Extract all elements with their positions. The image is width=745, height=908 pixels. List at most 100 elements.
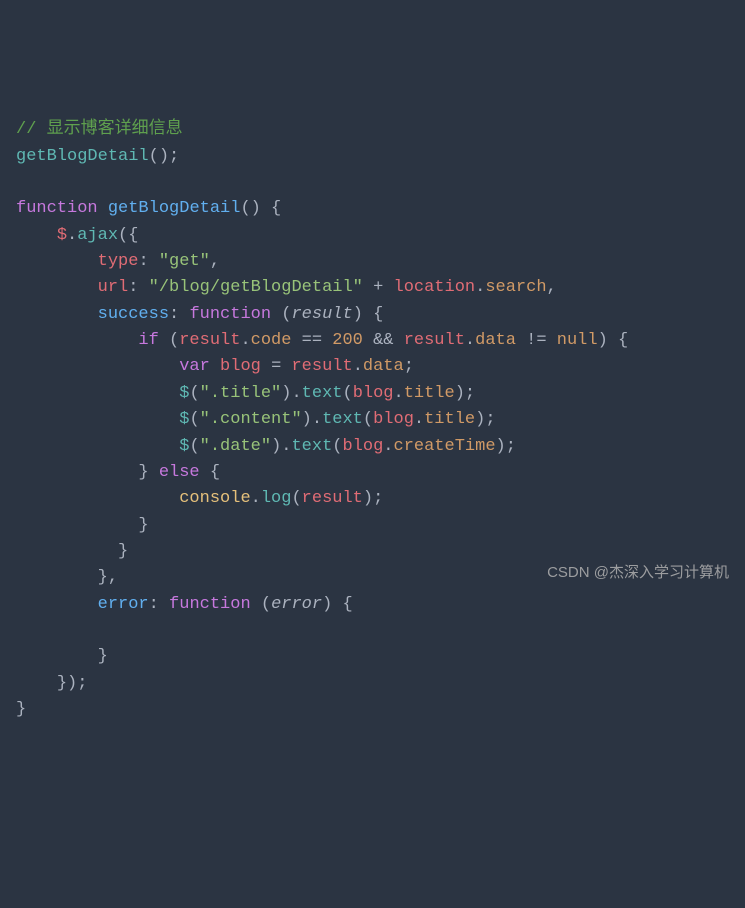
code-token: data [475,331,516,350]
watermark-text: CSDN @杰深入学习计算机 [547,561,729,584]
code-token: . [465,331,475,350]
code-token: : [128,278,148,297]
code-token: { [200,463,220,482]
code-token: , [210,252,220,271]
code-token: , [547,278,557,297]
code-token: . [251,489,261,508]
code-token: : [169,305,189,324]
code-token: ( [363,410,373,429]
code-token: ".content" [200,410,302,429]
code-token: blog [342,437,383,456]
code-token: title [404,384,455,403]
code-token: . [353,357,363,376]
code-token: ( [251,595,271,614]
code-token: ) { [353,305,384,324]
code-token: blog [353,384,394,403]
code-token: ; [404,357,414,376]
code-token: console [179,489,250,508]
code-token: url [98,278,129,297]
code-token: ) { [598,331,629,350]
code-token: $ [57,226,67,245]
code-token: getBlogDetail [16,147,149,166]
code-token: text [302,384,343,403]
code-token: } [138,516,148,535]
code-block: // 显示博客详细信息 getBlogDetail(); function ge… [16,117,729,723]
code-token: ). [302,410,322,429]
code-token: . [67,226,77,245]
code-token: ( [189,410,199,429]
code-token: ); [496,437,516,456]
code-keyword: if [138,331,158,350]
code-token: ); [363,489,383,508]
code-token: ( [189,437,199,456]
code-funcname: getBlogDetail [108,199,241,218]
code-keyword: var [179,357,210,376]
code-token: null [557,331,598,350]
code-keyword: function [189,305,271,324]
code-token: } [98,647,108,666]
code-token: title [424,410,475,429]
code-token: success [98,305,169,324]
code-token: } [138,463,158,482]
code-token: result [302,489,363,508]
code-token: 200 [332,331,363,350]
code-token: blog [373,410,414,429]
code-token: result [291,357,352,376]
code-token: . [240,331,250,350]
code-token: text [322,410,363,429]
code-token: text [291,437,332,456]
code-keyword: else [159,463,200,482]
code-keyword: function [169,595,251,614]
code-token: $ [179,410,189,429]
code-token: . [475,278,485,297]
code-token: ) { [322,595,353,614]
code-token: result [179,331,240,350]
code-token: location [394,278,476,297]
code-token: ( [342,384,352,403]
code-comment: // 显示博客详细信息 [16,120,183,139]
code-token: ). [281,384,301,403]
code-token: ( [159,331,179,350]
code-token: != [516,331,557,350]
code-param: error [271,595,322,614]
code-token: log [261,489,292,508]
code-token: type [98,252,139,271]
code-token: ( [291,489,301,508]
code-token: "get" [159,252,210,271]
code-token: ajax [77,226,118,245]
code-token: error [98,595,149,614]
code-token: : [138,252,158,271]
code-token: $ [179,384,189,403]
code-token: ( [271,305,291,324]
code-token: ".title" [200,384,282,403]
code-token: == [291,331,332,350]
code-token: ".date" [200,437,271,456]
code-token: result [404,331,465,350]
code-token: ). [271,437,291,456]
code-token: "/blog/getBlogDetail" [149,278,363,297]
code-token: }, [98,568,118,587]
code-token: : [149,595,169,614]
code-token: () { [240,199,281,218]
code-keyword: function [16,199,98,218]
code-token: . [414,410,424,429]
code-token: ({ [118,226,138,245]
code-token: } [118,542,128,561]
code-token: createTime [394,437,496,456]
code-token: data [363,357,404,376]
code-token: ( [332,437,342,456]
code-token: ); [475,410,495,429]
code-token: = [271,357,291,376]
code-param: result [291,305,352,324]
code-token: blog [210,357,271,376]
code-token: ); [455,384,475,403]
code-token: }); [57,674,88,693]
code-token: + [363,278,394,297]
code-token: $ [179,437,189,456]
code-token: } [16,700,26,719]
code-token: . [394,384,404,403]
code-token: (); [149,147,180,166]
code-token: search [485,278,546,297]
code-token: code [251,331,292,350]
code-token: ( [189,384,199,403]
